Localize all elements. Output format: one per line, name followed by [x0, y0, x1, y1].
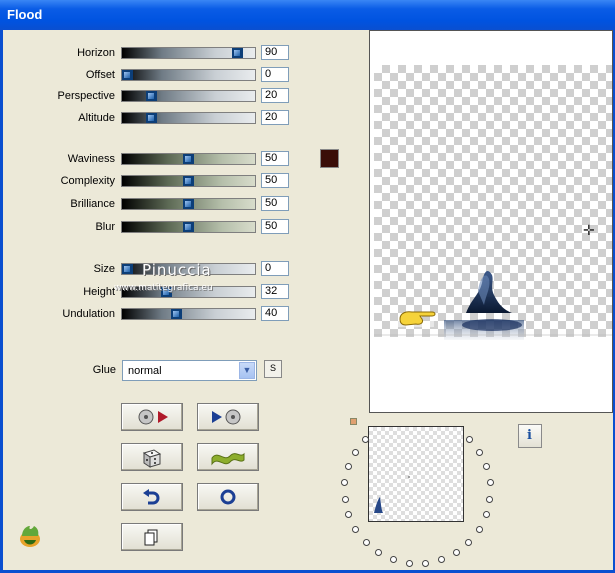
complexity-slider-thumb[interactable]	[183, 176, 194, 186]
size-label: Size	[93, 263, 115, 275]
navigator-dot[interactable]	[486, 495, 494, 503]
undulation-label: Undulation	[62, 308, 115, 320]
blur-value-input[interactable]: 50	[261, 219, 289, 234]
thumbnail-image	[374, 476, 410, 513]
navigator-dot[interactable]	[375, 548, 383, 556]
save-preset-button[interactable]	[197, 403, 259, 431]
size-slider-thumb[interactable]	[122, 264, 133, 274]
navigator-handle[interactable]	[350, 418, 357, 425]
altitude-value-input[interactable]: 20	[261, 110, 289, 125]
complexity-slider[interactable]	[121, 175, 256, 187]
undulation-slider-thumb[interactable]	[171, 309, 182, 319]
brilliance-label: Brilliance	[70, 198, 115, 210]
dice-icon	[142, 449, 162, 468]
perspective-value-input[interactable]: 20	[261, 88, 289, 103]
altitude-slider-thumb[interactable]	[146, 113, 157, 123]
horizon-slider-thumb[interactable]	[232, 48, 243, 58]
load-preset-icon	[138, 409, 168, 425]
blur-slider-thumb[interactable]	[183, 222, 194, 232]
copy-button[interactable]	[121, 523, 183, 551]
size-value-input[interactable]: 0	[261, 261, 289, 276]
glue-dropdown[interactable]: normal ▼	[122, 360, 257, 381]
navigator-dot[interactable]	[422, 559, 430, 567]
info-button[interactable]: i	[518, 424, 542, 448]
load-preset-button[interactable]	[121, 403, 183, 431]
complexity-label: Complexity	[60, 175, 115, 187]
navigator-dot[interactable]	[452, 548, 460, 556]
perspective-slider-thumb[interactable]	[146, 91, 157, 101]
navigator-dot[interactable]	[466, 435, 474, 443]
save-preset-icon	[212, 409, 241, 425]
horizon-label: Horizon	[77, 47, 115, 59]
navigator-dot[interactable]	[486, 479, 494, 487]
height-value-input[interactable]: 32	[261, 284, 289, 299]
navigator-dot[interactable]	[362, 538, 370, 546]
preview-panel[interactable]: ✛	[369, 30, 613, 413]
brilliance-value-input[interactable]: 50	[261, 196, 289, 211]
glue-selected-value: normal	[128, 365, 162, 377]
offset-slider-thumb[interactable]	[122, 70, 133, 80]
navigator-dot[interactable]	[475, 526, 483, 534]
randomize-button[interactable]	[121, 443, 183, 471]
glue-label: Glue	[92, 364, 116, 376]
crosshair-icon: ✛	[583, 222, 595, 238]
offset-value-input[interactable]: 0	[261, 67, 289, 82]
undulation-value-input[interactable]: 40	[261, 306, 289, 321]
navigator-dot[interactable]	[351, 448, 359, 456]
navigator-dot[interactable]	[389, 555, 397, 563]
navigator-dot[interactable]	[438, 555, 445, 563]
info-icon: i	[527, 428, 532, 443]
altitude-slider[interactable]	[121, 112, 256, 124]
navigator-dot[interactable]	[361, 435, 369, 443]
blur-slider[interactable]	[121, 221, 256, 233]
navigator-dot[interactable]	[405, 559, 413, 567]
preview-canvas[interactable]: ✛	[374, 65, 612, 377]
watermark-name: Pinuccia	[142, 261, 212, 279]
reset-button[interactable]	[197, 483, 259, 511]
chevron-down-icon[interactable]: ▼	[239, 362, 255, 379]
navigator-thumbnail[interactable]	[368, 426, 464, 522]
reset-icon	[220, 489, 236, 505]
navigator-dot[interactable]	[345, 511, 353, 519]
brilliance-slider-thumb[interactable]	[183, 199, 194, 209]
navigator-dot[interactable]	[482, 511, 490, 519]
waviness-value-input[interactable]: 50	[261, 151, 289, 166]
glue-s-button[interactable]: S	[264, 360, 282, 378]
navigator-dot[interactable]	[476, 448, 484, 456]
copy-icon	[144, 529, 158, 546]
complexity-value-input[interactable]: 50	[261, 173, 289, 188]
altitude-label: Altitude	[78, 112, 115, 124]
brilliance-slider[interactable]	[121, 198, 256, 210]
navigator-dot[interactable]	[465, 538, 473, 546]
offset-label: Offset	[85, 69, 115, 81]
undo-icon	[143, 489, 160, 505]
horizon-value-input[interactable]: 90	[261, 45, 289, 60]
blur-label: Blur	[95, 221, 115, 233]
color-swatch[interactable]	[320, 149, 339, 168]
undulation-slider[interactable]	[121, 308, 256, 320]
waviness-slider[interactable]	[121, 153, 256, 165]
waviness-slider-thumb[interactable]	[183, 154, 194, 164]
perspective-slider[interactable]	[121, 90, 256, 102]
pointing-hand-icon	[399, 311, 436, 326]
navigator-dot[interactable]	[483, 463, 491, 471]
window-title: Flood	[7, 7, 43, 22]
navigator-dot[interactable]	[352, 526, 360, 534]
wave-button[interactable]	[197, 443, 259, 471]
app-logo-icon	[20, 526, 40, 547]
height-label: Height	[83, 286, 115, 298]
perspective-label: Perspective	[57, 90, 115, 102]
undo-button[interactable]	[121, 483, 183, 511]
navigator-dot[interactable]	[341, 495, 349, 503]
horizon-slider[interactable]	[121, 47, 256, 59]
navigator-dot[interactable]	[341, 479, 349, 487]
title-bar: Flood	[0, 0, 615, 30]
waviness-label: Waviness	[67, 153, 115, 165]
watermark-url: www.matitegrafica.eu	[114, 283, 213, 293]
navigator-dot[interactable]	[344, 463, 352, 471]
preview-image	[374, 271, 612, 377]
offset-slider[interactable]	[121, 69, 256, 81]
wave-icon	[211, 452, 245, 466]
